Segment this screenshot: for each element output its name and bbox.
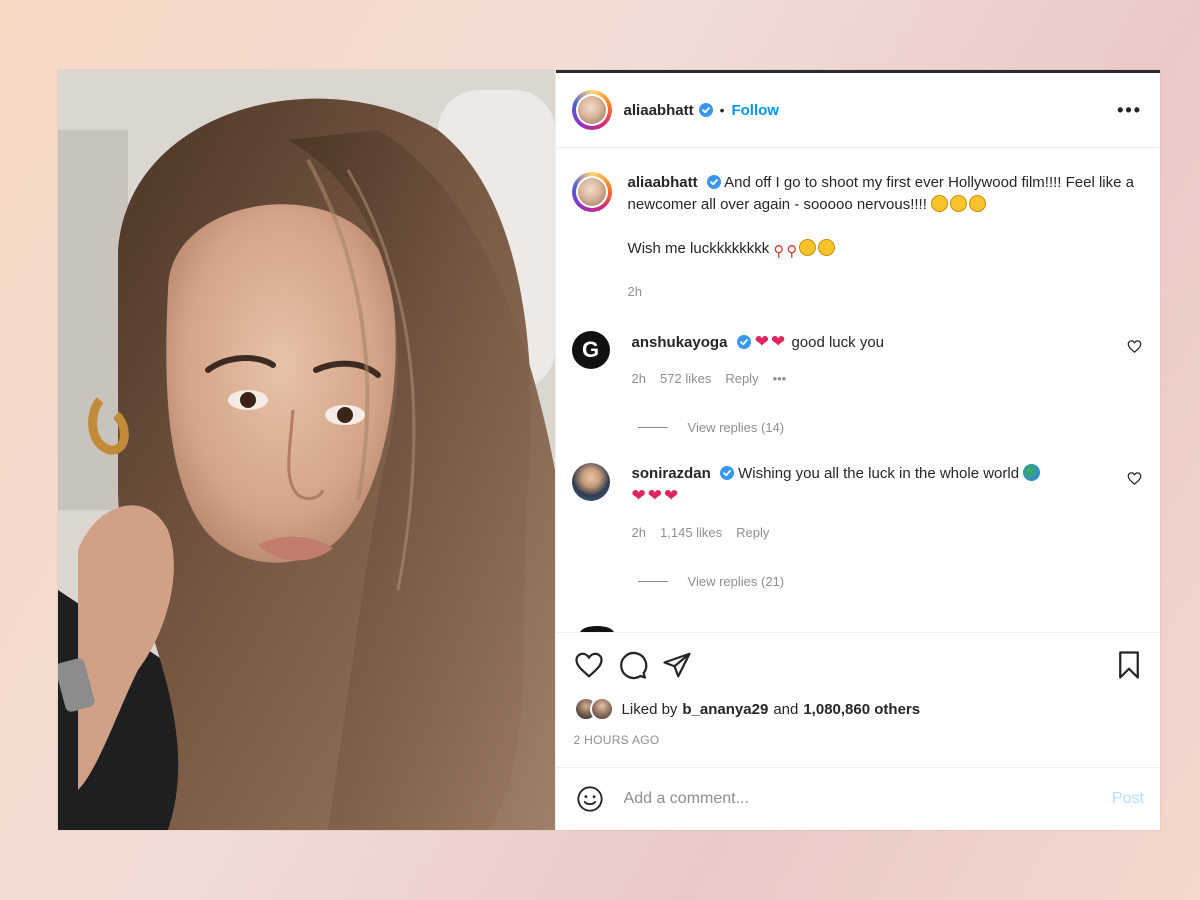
follow-button[interactable]: Follow [731, 102, 779, 119]
comment-icon[interactable] [618, 650, 648, 680]
liker-avatar [589, 697, 614, 721]
post-photo[interactable] [58, 70, 555, 830]
nerd-emoji-icon [818, 239, 836, 256]
comment-options-icon[interactable]: ••• [773, 368, 787, 390]
comment-input[interactable] [621, 789, 1112, 809]
comment-likes[interactable]: 572 likes [660, 368, 711, 390]
replies-divider-line [637, 427, 668, 428]
comment-body: sonirazdan Wishing you all the luck in t… [632, 463, 1102, 544]
verified-badge-icon [698, 103, 713, 117]
verified-badge-icon [719, 466, 734, 480]
post-actions: Liked by b_ananya29 and 1,080,860 others… [555, 632, 1160, 767]
author-avatar[interactable] [571, 90, 612, 130]
caption: aliaabhatt And off I go to shoot my firs… [571, 172, 1142, 303]
comment-like-heart-icon[interactable] [1127, 339, 1142, 354]
post-comment-button[interactable]: Post [1112, 790, 1144, 808]
post-timestamp: 2 HOURS AGO [573, 733, 660, 747]
author-username[interactable]: aliaabhatt [624, 102, 694, 119]
comment-likes[interactable]: 1,145 likes [660, 522, 722, 544]
red-heart-emoji-icon: ❤ [631, 486, 646, 505]
verified-badge-icon [706, 175, 721, 189]
likes-summary[interactable]: Liked by b_ananya29 and 1,080,860 others [573, 697, 1144, 721]
post-header: aliaabhatt • Follow ••• [555, 73, 1160, 148]
liked-by-prefix: Liked by [621, 700, 678, 718]
grimace-emoji-icon [950, 195, 968, 212]
action-icon-row [574, 647, 1144, 683]
comment-time: 2h [631, 371, 647, 386]
comment-like-heart-icon[interactable] [1127, 471, 1142, 486]
caption-text-line2: Wish me luckkkkkkkk [627, 240, 770, 257]
caption-username[interactable]: aliaabhatt [628, 174, 698, 191]
grimace-emoji-icon [931, 195, 949, 212]
red-heart-emoji-icon: ❤ [647, 486, 663, 505]
grimace-emoji-icon [969, 195, 987, 212]
caption-time: 2h [627, 284, 643, 299]
liked-by-conj: and [773, 700, 799, 718]
comment-text: Wishing you all the luck in the whole wo… [738, 465, 1020, 482]
pin-emoji-icon: ⚲ [786, 243, 798, 260]
bookmark-icon[interactable] [1114, 650, 1144, 680]
comment-username[interactable]: sonirazdan [632, 465, 711, 482]
caption-text-line1: And off I go to shoot my first ever Holl… [627, 174, 1134, 213]
comments-list[interactable]: aliaabhatt And off I go to shoot my firs… [556, 148, 1160, 632]
red-heart-emoji-icon: ❤ [754, 332, 770, 351]
more-options-icon[interactable]: ••• [1117, 100, 1142, 121]
heart-icon[interactable] [574, 650, 604, 680]
verified-badge-icon [736, 335, 751, 349]
comment-item: sonirazdan Wishing you all the luck in t… [571, 463, 1142, 544]
nerd-emoji-icon [799, 239, 817, 256]
comment-composer: Post [555, 767, 1160, 830]
caption-line2: Wish me luckkkkkkkk ⚲ ⚲ [628, 238, 1138, 263]
pin-emoji-icon: ⚲ [773, 243, 785, 260]
replies-divider-line [637, 581, 668, 582]
post-side-panel: aliaabhatt • Follow ••• aliaabhatt And o… [554, 70, 1160, 830]
red-heart-emoji-icon: ❤ [771, 332, 786, 351]
comment-time: 2h [631, 525, 647, 540]
globe-emoji-icon [1023, 464, 1041, 481]
liked-by-others[interactable]: 1,080,860 others [803, 701, 920, 718]
comment-meta: 2h 1,145 likes Reply [632, 522, 1102, 544]
emoji-picker-icon[interactable] [576, 785, 604, 813]
red-heart-emoji-icon: ❤ [664, 486, 679, 505]
next-comment-avatar-partial [579, 626, 614, 632]
reply-button[interactable]: Reply [725, 368, 758, 390]
comment-text: good luck you [791, 334, 885, 351]
view-replies-button[interactable]: View replies (14) [637, 420, 1142, 435]
caption-body: aliaabhatt And off I go to shoot my firs… [628, 172, 1138, 303]
commenter-avatar[interactable] [571, 463, 610, 501]
comment-username[interactable]: anshukayoga [632, 334, 728, 351]
comment-item: G anshukayoga ❤ ❤ good luck you 2h 572 li… [571, 331, 1142, 390]
view-replies-button[interactable]: View replies (21) [637, 574, 1142, 589]
comment-body: anshukayoga ❤ ❤ good luck you 2h 572 like… [632, 331, 1102, 390]
reply-button[interactable]: Reply [736, 522, 769, 544]
view-replies-label: View replies (21) [687, 574, 785, 589]
header-separator: • [719, 102, 725, 118]
view-replies-label: View replies (14) [687, 420, 785, 435]
selfie-illustration [58, 70, 555, 830]
commenter-avatar[interactable]: G [571, 331, 610, 369]
instagram-post-modal: aliaabhatt • Follow ••• aliaabhatt And o… [58, 70, 1160, 830]
share-icon[interactable] [662, 650, 692, 680]
liked-by-user[interactable]: b_ananya29 [682, 701, 768, 718]
comment-meta: 2h 572 likes Reply ••• [632, 368, 1102, 390]
caption-avatar[interactable] [571, 172, 612, 212]
